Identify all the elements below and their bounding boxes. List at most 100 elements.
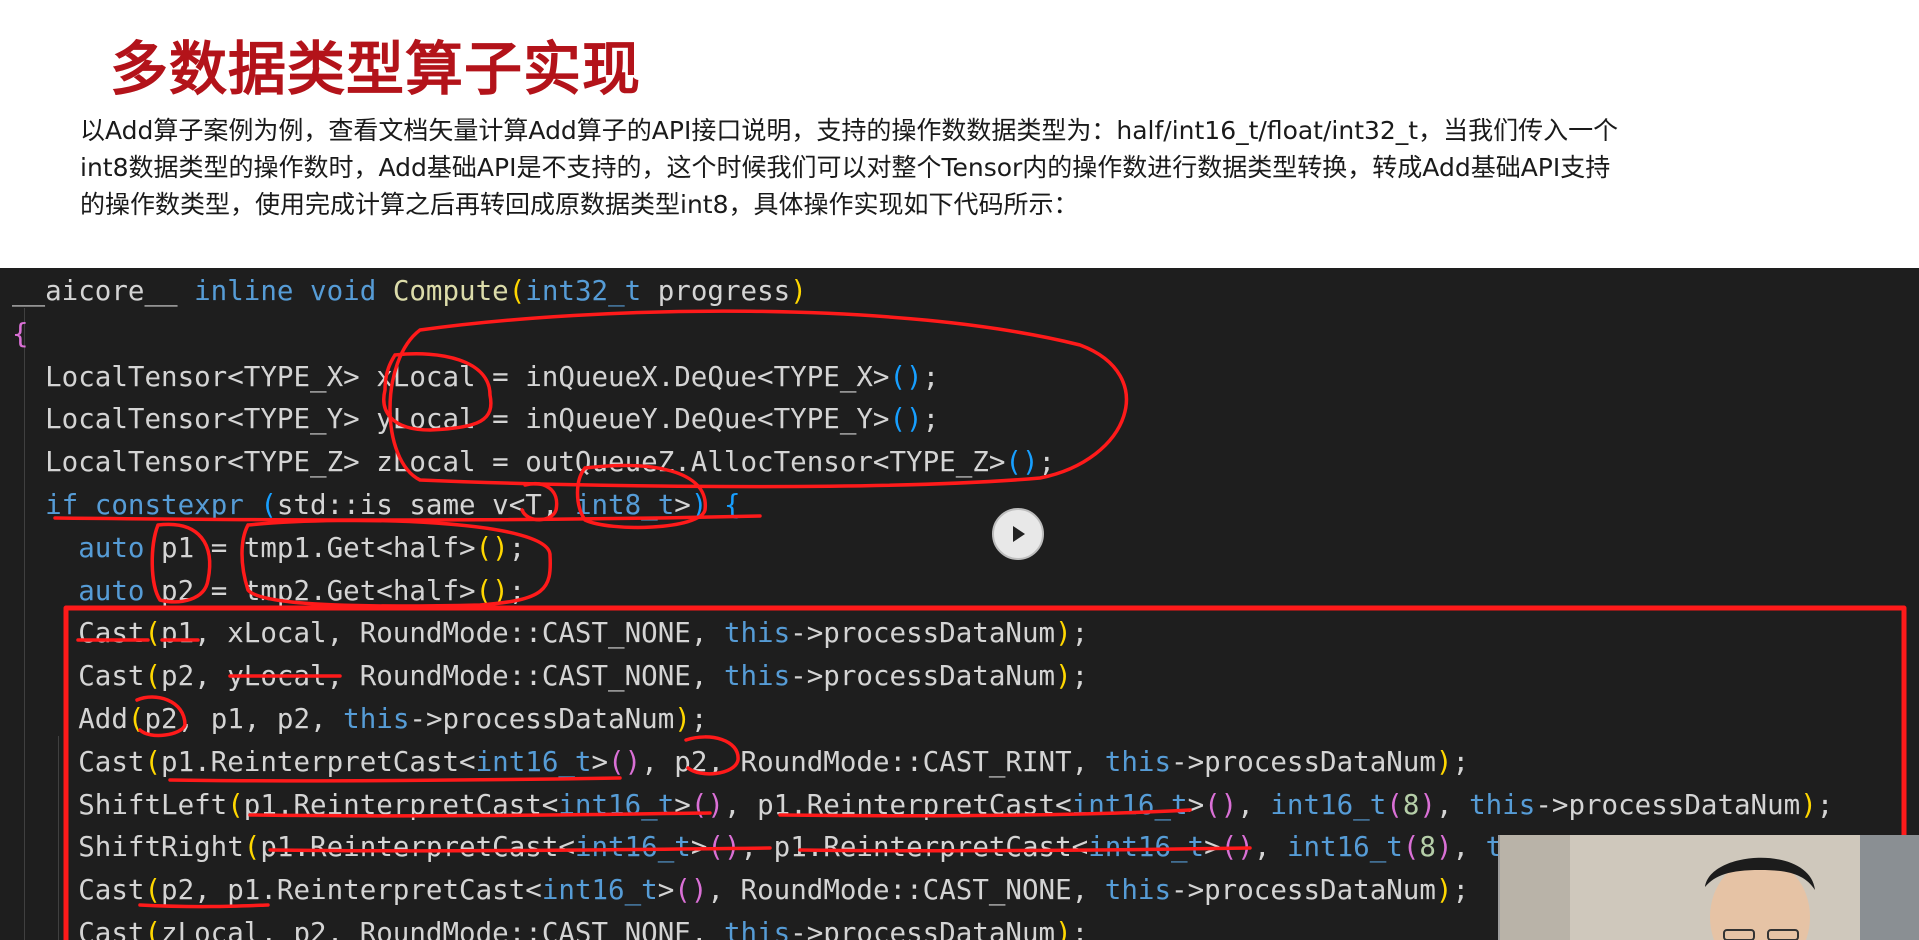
code-token: zLocal, p2, RoundMode::CAST_NONE,	[161, 916, 724, 940]
play-triangle-icon	[1013, 526, 1025, 542]
play-button[interactable]	[992, 508, 1044, 560]
code-token: int16_t	[1088, 831, 1205, 864]
code-token: (	[144, 617, 162, 650]
code-token: this	[1469, 788, 1536, 821]
code-token: int16_t	[558, 788, 675, 821]
code-token: this	[1104, 874, 1172, 907]
code-token: )	[1055, 916, 1072, 940]
code-token: {	[12, 317, 29, 350]
code-token: ;	[508, 531, 526, 564]
code-line: Add(p2, p1, p2, this->processDataNum);	[12, 698, 1850, 741]
code-token: ShiftLeft	[12, 788, 228, 821]
presenter-icon	[1500, 835, 1919, 940]
code-token: ;	[1038, 446, 1056, 479]
code-token: Cast	[12, 745, 145, 778]
code-token: __aicore__	[12, 275, 195, 307]
code-token: inline void	[194, 275, 393, 307]
code-token: ,	[1435, 788, 1470, 821]
code-token: ()	[1204, 788, 1238, 821]
code-token: ()	[608, 745, 642, 778]
code-token: >	[690, 831, 708, 864]
code-token: , p1.ReinterpretCast<	[740, 831, 1089, 864]
code-token: int32_t	[525, 275, 658, 307]
code-token: Cast	[12, 660, 145, 693]
code-token: )	[1435, 745, 1453, 778]
code-token: this	[723, 660, 791, 693]
code-token: (	[227, 788, 244, 821]
code-line: LocalTensor<TYPE_X> xLocal = inQueueX.De…	[12, 356, 1850, 399]
code-token: ->processDataNum	[790, 660, 1056, 693]
code-token: p1, xLocal, RoundMode::CAST_NONE,	[161, 617, 724, 650]
description-line: 的操作数类型，使用完成计算之后再转回成原数据类型int8，具体操作实现如下代码所…	[80, 190, 1079, 219]
code-token: ()	[1220, 831, 1254, 864]
code-token: ) {	[690, 488, 741, 521]
code-token: Cast	[12, 916, 145, 940]
code-token: int16_t	[475, 745, 592, 778]
code-token: ;	[1071, 660, 1089, 693]
code-token: p1 = tmp1.Get<half>	[161, 531, 476, 564]
code-token: int16_t	[541, 874, 658, 907]
code-token: 8	[1419, 831, 1436, 864]
code-line: Cast(p1.ReinterpretCast<int16_t>(), p2, …	[12, 741, 1850, 784]
code-token: ->processDataNum	[790, 916, 1056, 940]
code-token: >	[1187, 788, 1205, 821]
code-token: int16_t	[1286, 831, 1403, 864]
code-token: Add	[12, 702, 128, 735]
code-token: , p1.ReinterpretCast<	[723, 788, 1072, 821]
code-line: Cast(p2, yLocal, RoundMode::CAST_NONE, t…	[12, 655, 1850, 698]
code-token: , RoundMode::CAST_NONE,	[707, 874, 1105, 907]
code-token: p1.ReinterpretCast<	[243, 788, 559, 821]
code-token: this	[1104, 745, 1172, 778]
code-token: ()	[475, 574, 509, 607]
code-token: Compute	[392, 275, 509, 307]
code-line: if constexpr (std::is_same_v<T, int8_t>)…	[12, 484, 1850, 527]
code-token: (	[1386, 788, 1403, 821]
code-token: )	[1419, 788, 1436, 821]
code-token: ()	[889, 360, 923, 393]
code-token: >	[674, 488, 691, 521]
code-token: p2, p1.ReinterpretCast<	[161, 874, 542, 907]
code-token: ()	[707, 831, 741, 864]
code-token: (	[144, 916, 162, 940]
code-token: ;	[690, 702, 708, 735]
code-token: progress	[657, 275, 791, 307]
code-token: (	[1402, 831, 1420, 864]
code-token: int16_t	[1270, 788, 1387, 821]
code-token: )	[1435, 874, 1453, 907]
code-token: 8	[1402, 788, 1420, 821]
code-token: >	[1204, 831, 1221, 864]
code-token: ;	[1452, 745, 1470, 778]
code-token: ()	[690, 788, 724, 821]
code-token: ()	[674, 874, 708, 907]
code-token: (	[260, 488, 277, 521]
code-token: , p2, RoundMode::CAST_RINT,	[641, 745, 1105, 778]
code-token: this	[343, 702, 410, 735]
code-token: p2 = tmp2.Get<half>	[161, 574, 476, 607]
code-line: Cast(p1, xLocal, RoundMode::CAST_NONE, t…	[12, 612, 1850, 655]
code-token: (	[243, 831, 261, 864]
code-token: p1.ReinterpretCast<	[161, 745, 476, 778]
code-token: p2, yLocal, RoundMode::CAST_NONE,	[161, 660, 724, 693]
webcam-overlay	[1498, 835, 1919, 940]
code-line: LocalTensor<TYPE_Z> zLocal = outQueueZ.A…	[12, 441, 1850, 484]
code-token: )	[1800, 788, 1817, 821]
code-line: LocalTensor<TYPE_Y> yLocal = inQueueY.De…	[12, 398, 1850, 441]
description-line: 以Add算子案例为例，查看文档矢量计算Add算子的API接口说明，支持的操作数数…	[80, 116, 1619, 145]
code-token: (	[144, 745, 162, 778]
code-token: ;	[1071, 617, 1089, 650]
code-token: this	[723, 617, 791, 650]
code-token: ;	[922, 403, 940, 436]
code-token: (	[144, 660, 162, 693]
code-token: this	[723, 916, 791, 940]
code-token: ,	[1253, 831, 1287, 864]
code-token: ->processDataNum	[790, 617, 1056, 650]
code-token: (	[508, 275, 526, 307]
code-token: (	[127, 702, 145, 735]
description-line: int8数据类型的操作数时，Add基础API是不支持的，这个时候我们可以对整个T…	[80, 153, 1611, 182]
code-line: ShiftLeft(p1.ReinterpretCast<int16_t>(),…	[12, 784, 1850, 827]
code-token: auto	[78, 574, 162, 607]
slide-description: 以Add算子案例为例，查看文档矢量计算Add算子的API接口说明，支持的操作数数…	[80, 112, 1840, 223]
